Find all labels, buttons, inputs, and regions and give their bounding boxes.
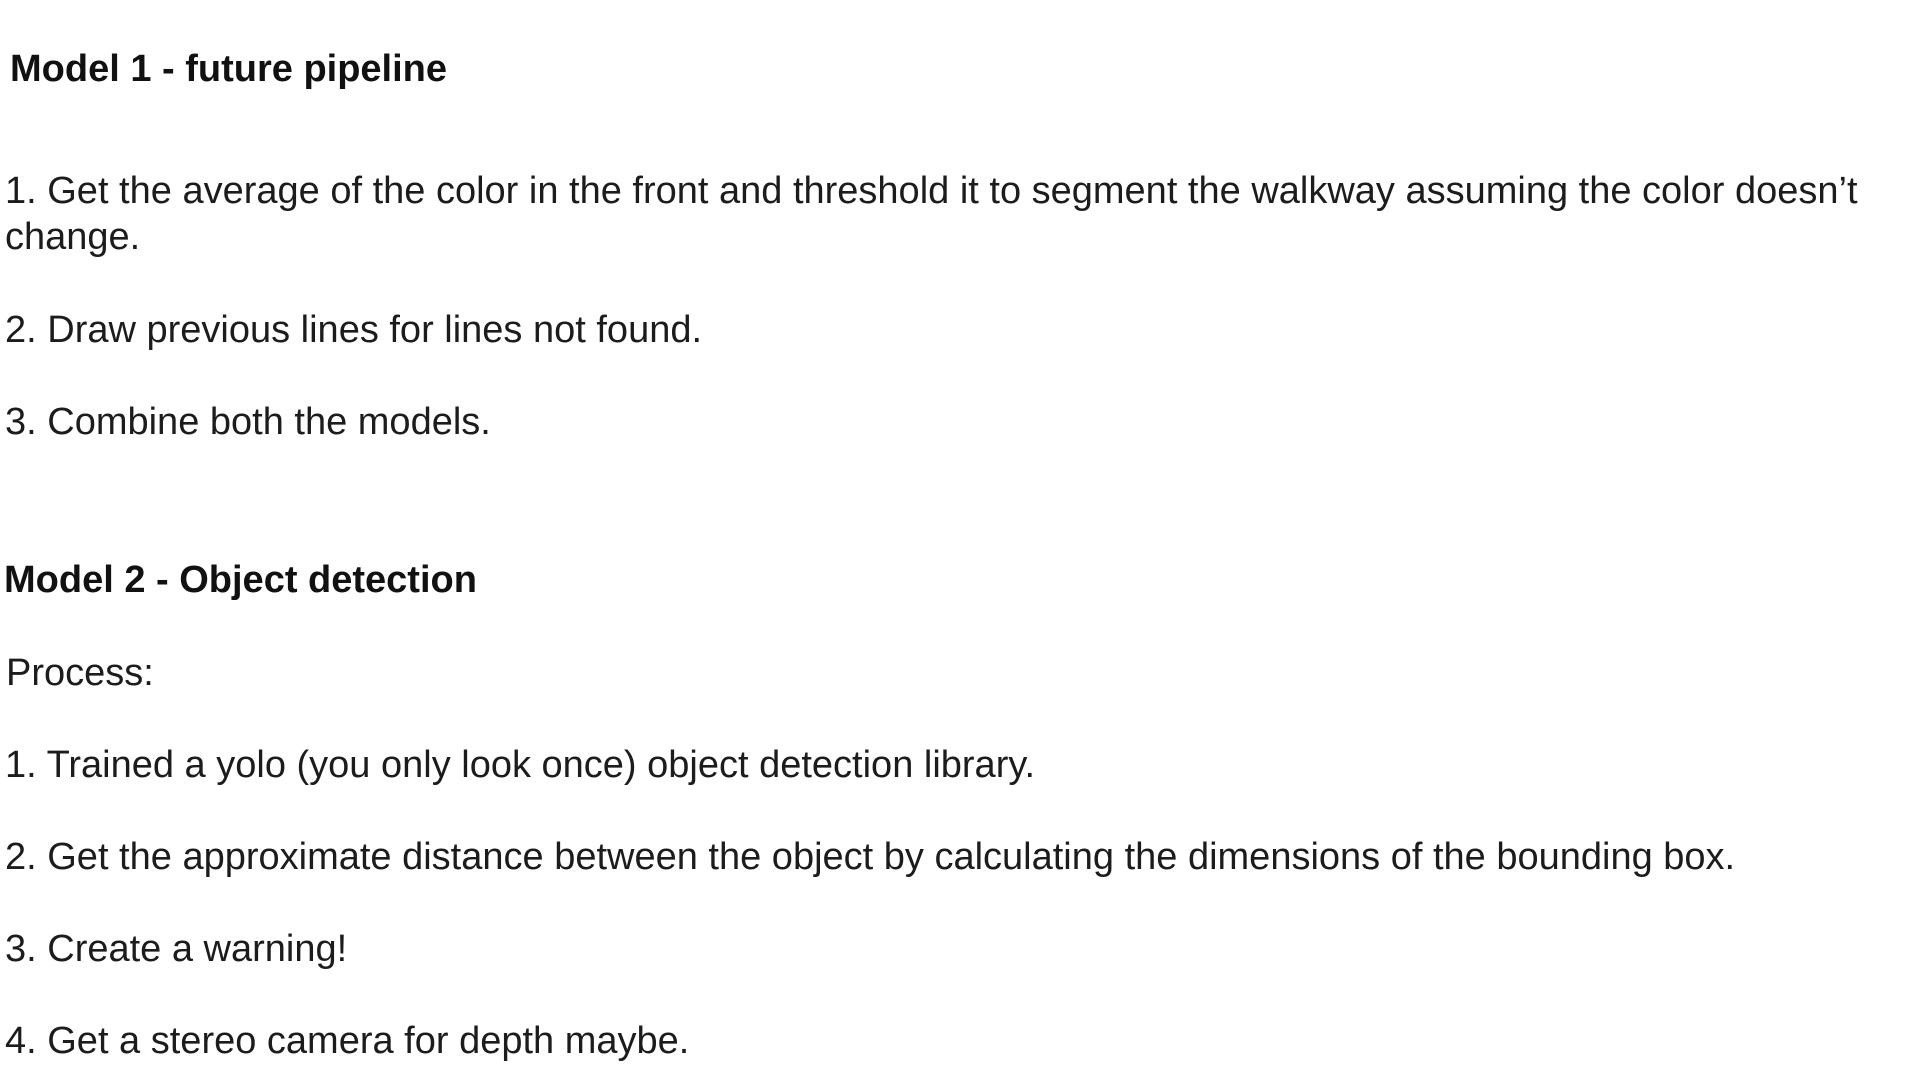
model-2-step-3: 3. Create a warning! <box>5 928 348 970</box>
model-1-step-2: 2. Draw previous lines for lines not fou… <box>5 309 703 351</box>
model-2-heading: Model 2 - Object detection <box>4 559 477 601</box>
process-label: Process: <box>6 652 154 694</box>
model-1-step-3: 3. Combine both the models. <box>5 401 491 443</box>
model-2-step-2: 2. Get the approximate distance between … <box>5 836 1736 878</box>
model-1-heading: Model 1 - future pipeline <box>10 48 448 90</box>
model-2-step-4: 4. Get a stereo camera for depth maybe. <box>5 1020 690 1062</box>
model-2-step-1: 1. Trained a yolo (you only look once) o… <box>5 744 1036 786</box>
model-1-step-1: 1. Get the average of the color in the f… <box>5 170 1858 258</box>
document-page: Model 1 - future pipeline 1. Get the ave… <box>0 0 1920 1085</box>
